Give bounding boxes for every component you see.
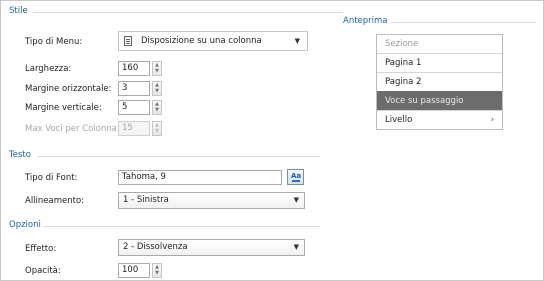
larghezza-label: Larghezza: — [25, 64, 72, 74]
preview-item-hover[interactable]: Voce su passaggio — [377, 91, 502, 110]
allineamento-select[interactable]: 1 - Sinistra ▼ — [118, 192, 305, 209]
margine-orizzontale-input[interactable]: 3 — [118, 81, 150, 96]
spin-down-icon[interactable]: ▼ — [153, 68, 161, 74]
tipo-menu-value: Disposizione su una colonna — [141, 36, 262, 46]
group-title-testo: Testo — [9, 150, 31, 160]
tipo-menu-label: Tipo di Menu: — [25, 37, 83, 47]
spin-down-icon[interactable]: ▼ — [153, 107, 161, 113]
preview-item-livello[interactable]: Livello › — [377, 110, 502, 129]
effetto-select[interactable]: 2 - Dissolvenza ▼ — [118, 239, 305, 256]
max-voci-spin-buttons: ▲ ▼ — [152, 121, 162, 136]
preview-item-pagina-2[interactable]: Pagina 2 — [377, 72, 502, 91]
margine-orizzontale-stepper[interactable]: 3 ▲ ▼ — [118, 81, 164, 96]
margine-verticale-spin-buttons[interactable]: ▲ ▼ — [152, 100, 162, 115]
max-voci-input: 15 — [118, 121, 150, 136]
spin-down-icon[interactable]: ▼ — [153, 88, 161, 94]
chevron-down-icon: ▼ — [293, 243, 299, 251]
larghezza-stepper[interactable]: 160 ▲ ▼ — [118, 61, 164, 76]
group-title-opzioni: Opzioni — [9, 220, 41, 230]
preview-item-sezione: Sezione — [385, 39, 419, 49]
tipo-menu-select[interactable]: Disposizione su una colonna ▼ — [118, 31, 308, 51]
opacita-spin-buttons[interactable]: ▲ ▼ — [152, 263, 162, 278]
chevron-right-icon: › — [490, 115, 494, 125]
effetto-value: 2 - Dissolvenza — [123, 242, 188, 252]
opacita-label: Opacità: — [25, 266, 61, 276]
margine-verticale-input[interactable]: 5 — [118, 100, 150, 115]
font-picker-button[interactable]: Aa — [287, 169, 304, 185]
margine-verticale-stepper[interactable]: 5 ▲ ▼ — [118, 100, 164, 115]
spin-down-icon[interactable]: ▼ — [153, 270, 161, 276]
max-voci-stepper: 15 ▲ ▼ — [118, 121, 164, 136]
margine-orizzontale-spin-buttons[interactable]: ▲ ▼ — [152, 81, 162, 96]
allineamento-label: Allineamento: — [25, 196, 85, 206]
larghezza-input[interactable]: 160 — [118, 61, 150, 76]
chevron-down-icon: ▼ — [294, 37, 300, 45]
margine-orizzontale-label: Margine orizzontale: — [25, 84, 112, 94]
larghezza-spin-buttons[interactable]: ▲ ▼ — [152, 61, 162, 76]
opacita-input[interactable]: 100 — [118, 263, 150, 278]
font-icon-underline — [292, 180, 300, 182]
preview-item-livello-label: Livello — [385, 115, 413, 125]
tipo-font-label: Tipo di Font: — [25, 173, 78, 183]
menu-settings-panel: Stile Tipo di Menu: Disposizione su una … — [0, 0, 544, 281]
effetto-label: Effetto: — [25, 244, 57, 254]
column-layout-icon — [124, 36, 132, 46]
group-title-stile: Stile — [9, 6, 28, 16]
spin-down-icon: ▼ — [155, 128, 159, 134]
menu-preview: Sezione Pagina 1 Pagina 2 Voce su passag… — [376, 34, 503, 130]
group-rule-opzioni — [43, 226, 320, 227]
group-rule-anteprima — [391, 22, 536, 23]
group-title-anteprima: Anteprima — [343, 16, 388, 26]
tipo-font-field[interactable]: Tahoma, 9 — [118, 170, 282, 185]
preview-item-pagina-1[interactable]: Pagina 1 — [377, 53, 502, 72]
group-rule-stile — [33, 12, 343, 13]
opacita-stepper[interactable]: 100 ▲ ▼ — [118, 263, 164, 278]
margine-verticale-label: Margine verticale: — [25, 103, 102, 113]
group-rule-testo — [37, 156, 320, 157]
max-voci-label: Max Voci per Colonna: — [25, 124, 120, 134]
chevron-down-icon: ▼ — [293, 196, 299, 204]
allineamento-value: 1 - Sinistra — [123, 195, 169, 205]
